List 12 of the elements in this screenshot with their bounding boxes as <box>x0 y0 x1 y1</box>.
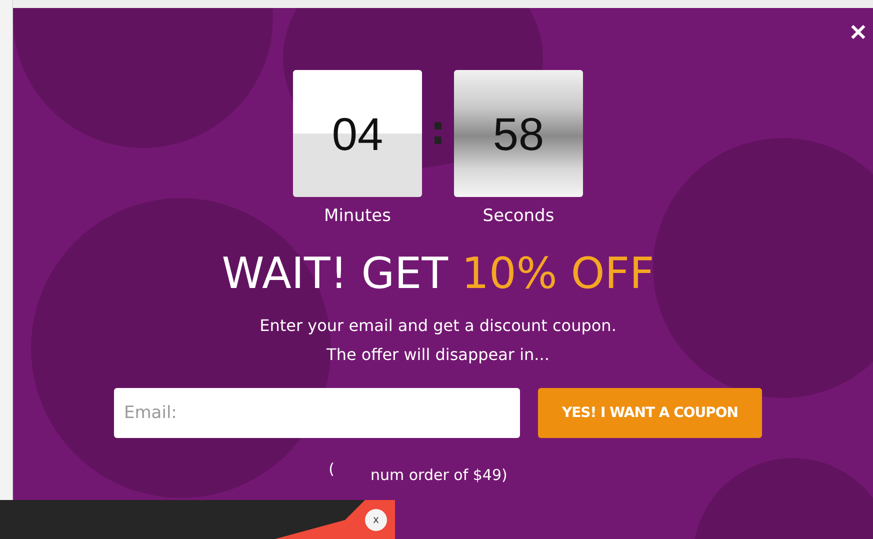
note-text: ( <box>328 460 334 480</box>
timer-label: Minutes <box>324 206 391 226</box>
note-text: num order of $49) <box>370 466 508 484</box>
timer-separator: : <box>430 108 446 154</box>
message-text: The offer will disappear in... <box>326 344 550 366</box>
email-field[interactable]: Email: <box>114 388 520 438</box>
close-button[interactable]: ✕ <box>849 20 867 46</box>
timer-digits: 58 <box>454 70 583 197</box>
timer-digits: 04 <box>293 70 422 197</box>
headline: WAIT! GET 10% OFF <box>222 248 654 300</box>
timer-label: Seconds <box>482 206 554 226</box>
message-text: Enter your email and get a discount coupon. <box>260 315 616 337</box>
